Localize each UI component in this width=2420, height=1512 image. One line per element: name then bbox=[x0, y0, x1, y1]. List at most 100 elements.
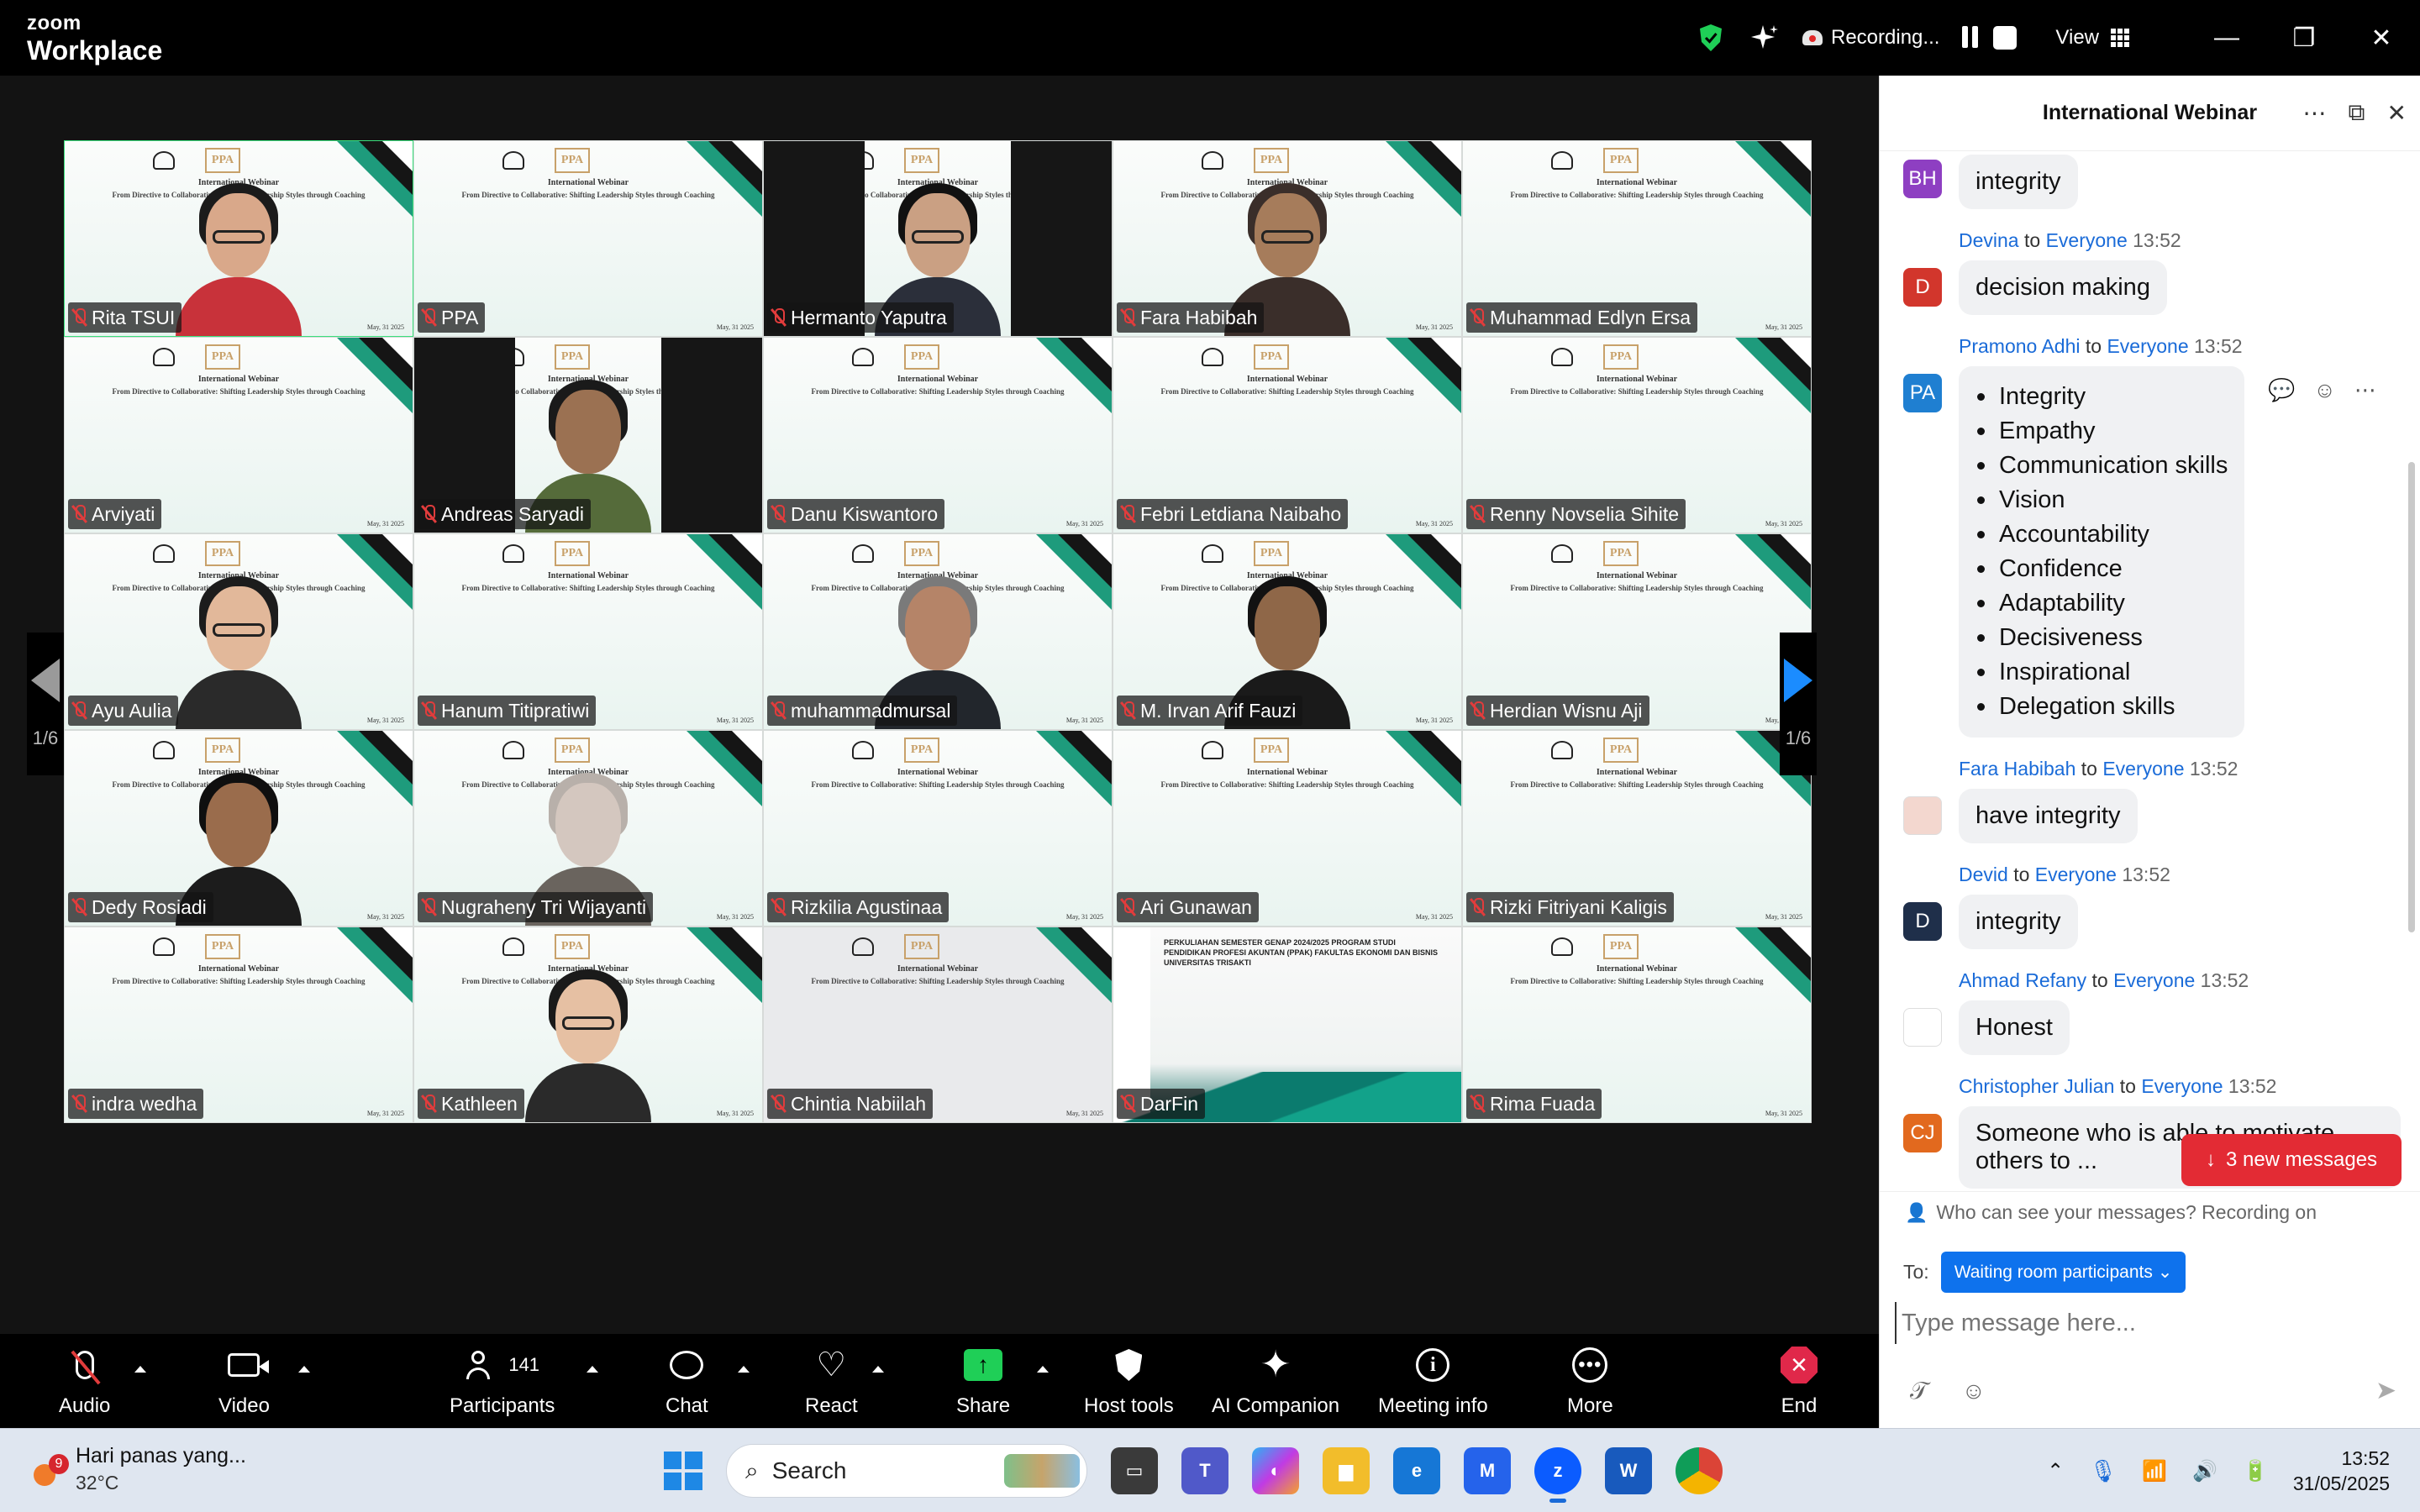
chat-scrollbar[interactable] bbox=[2408, 462, 2415, 932]
close-window-button[interactable]: ✕ bbox=[2343, 0, 2420, 76]
chevron-up-icon[interactable]: ⌃ bbox=[2047, 1459, 2064, 1483]
recipient-dropdown[interactable]: Waiting room participants ⌄ bbox=[1940, 1252, 2186, 1293]
microphone-icon[interactable]: 🎙 bbox=[2089, 1458, 2117, 1484]
sender-name[interactable]: Devid bbox=[1959, 864, 2008, 885]
sender-name[interactable]: Ahmad Refany bbox=[1959, 969, 2086, 991]
participant-tile[interactable]: PPAInternational WebinarFrom Directive t… bbox=[1113, 337, 1462, 533]
participant-tile[interactable]: PPAInternational WebinarFrom Directive t… bbox=[413, 337, 763, 533]
zoom-taskbar-icon[interactable]: z bbox=[1534, 1447, 1581, 1503]
windows-start-icon[interactable] bbox=[664, 1452, 702, 1490]
participants-options-caret[interactable] bbox=[587, 1366, 598, 1373]
sender-avatar: D bbox=[1903, 902, 1942, 941]
close-chat-icon[interactable]: ✕ bbox=[2387, 99, 2407, 127]
message-input[interactable] bbox=[1895, 1302, 2399, 1344]
participant-tile[interactable]: PPAInternational WebinarFrom Directive t… bbox=[1113, 533, 1462, 730]
edge-icon[interactable]: e bbox=[1393, 1447, 1440, 1494]
participant-tile[interactable]: PPAInternational WebinarFrom Directive t… bbox=[64, 730, 413, 927]
participant-tile[interactable]: PPAInternational WebinarFrom Directive t… bbox=[1462, 533, 1812, 730]
chrome-icon[interactable] bbox=[1676, 1447, 1723, 1494]
chat-message[interactable]: PA Pramono Adhi to Everyone 13:52 Integrit… bbox=[1880, 335, 2401, 738]
restore-button[interactable]: ❐ bbox=[2265, 0, 2343, 76]
chat-message[interactable]: BH integrity bbox=[1880, 155, 2401, 209]
add-reaction-icon[interactable]: ☺ bbox=[2313, 377, 2336, 403]
participant-tile[interactable]: PERKULIAHAN SEMESTER GENAP 2024/2025 PRO… bbox=[1113, 927, 1462, 1123]
file-explorer-icon[interactable]: ▆ bbox=[1323, 1447, 1370, 1494]
clock[interactable]: 13:52 31/05/2025 bbox=[2293, 1446, 2390, 1496]
participant-tile[interactable]: PPAInternational WebinarFrom Directive t… bbox=[763, 140, 1113, 337]
participant-tile[interactable]: PPAInternational WebinarFrom Directive t… bbox=[64, 337, 413, 533]
react-button[interactable]: ♡ React bbox=[805, 1346, 858, 1418]
participant-tile[interactable]: PPAInternational WebinarFrom Directive t… bbox=[413, 927, 763, 1123]
format-text-icon[interactable]: 𝒯 bbox=[1910, 1378, 1928, 1405]
previous-page-button[interactable]: 1/6 bbox=[27, 633, 64, 775]
participant-tile[interactable]: PPAInternational WebinarFrom Directive t… bbox=[413, 140, 763, 337]
participant-tile[interactable]: PPAInternational WebinarFrom Directive t… bbox=[1462, 730, 1812, 927]
share-button[interactable]: ↑ Share bbox=[956, 1346, 1010, 1418]
chat-message[interactable]: D Devina to Everyone 13:52 decision making bbox=[1880, 229, 2401, 315]
participant-tile[interactable]: PPAInternational WebinarFrom Directive t… bbox=[413, 533, 763, 730]
task-view-icon[interactable]: ▭ bbox=[1111, 1447, 1158, 1494]
participant-tile[interactable]: PPAInternational WebinarFrom Directive t… bbox=[64, 533, 413, 730]
minimize-button[interactable]: — bbox=[2188, 0, 2265, 76]
next-page-button[interactable]: 1/6 bbox=[1780, 633, 1817, 775]
participant-tile[interactable]: PPAInternational WebinarFrom Directive t… bbox=[413, 730, 763, 927]
participant-tile[interactable]: PPAInternational WebinarFrom Directive t… bbox=[763, 533, 1113, 730]
end-meeting-button[interactable]: ✕ End bbox=[1781, 1346, 1818, 1418]
view-button[interactable]: View bbox=[2055, 26, 2099, 50]
more-button[interactable]: ••• More bbox=[1567, 1346, 1613, 1418]
sender-name[interactable]: Pramono Adhi bbox=[1959, 335, 2080, 357]
weather-widget[interactable]: 9 Hari panas yang... 32°C bbox=[30, 1442, 246, 1496]
new-messages-button[interactable]: ↓ 3 new messages bbox=[2181, 1134, 2402, 1186]
participant-tile[interactable]: PPAInternational WebinarFrom Directive t… bbox=[1462, 927, 1812, 1123]
participant-tile[interactable]: PPAInternational WebinarFrom Directive t… bbox=[1113, 140, 1462, 337]
share-options-caret[interactable] bbox=[1037, 1366, 1049, 1373]
coaching-logo-icon bbox=[271, 938, 296, 955]
audio-options-caret[interactable] bbox=[134, 1366, 146, 1373]
participant-tile[interactable]: PPAInternational WebinarFrom Directive t… bbox=[1462, 337, 1812, 533]
stop-recording-button[interactable] bbox=[1993, 26, 2018, 50]
participant-tile[interactable]: PPAInternational WebinarFrom Directive t… bbox=[64, 140, 413, 337]
ai-sparkle-icon[interactable] bbox=[1750, 24, 1779, 52]
reply-icon[interactable]: 💬 bbox=[2268, 377, 2295, 403]
participants-button[interactable]: 141 Participants bbox=[450, 1346, 555, 1418]
shield-check-icon[interactable] bbox=[1698, 24, 1723, 52]
chat-messages[interactable]: BH integrity D Devina to Everyone 13:52 deci… bbox=[1880, 151, 2401, 1260]
grid-view-icon[interactable] bbox=[2111, 29, 2129, 47]
chat-more-icon[interactable]: ⋯ bbox=[2303, 99, 2327, 127]
wifi-icon[interactable]: 📶 bbox=[2142, 1459, 2167, 1483]
ai-companion-button[interactable]: ✦ AI Companion bbox=[1212, 1346, 1339, 1418]
participant-tile[interactable]: PPAInternational WebinarFrom Directive t… bbox=[1113, 730, 1462, 927]
app-m-icon[interactable]: M bbox=[1464, 1447, 1511, 1494]
participant-tile[interactable]: PPAInternational WebinarFrom Directive t… bbox=[763, 337, 1113, 533]
message-more-icon[interactable]: ⋯ bbox=[2354, 377, 2376, 403]
sender-name[interactable]: Christopher Julian bbox=[1959, 1075, 2114, 1097]
taskbar-search[interactable]: ⌕ Search bbox=[726, 1444, 1087, 1498]
word-icon[interactable]: W bbox=[1605, 1447, 1652, 1494]
video-button[interactable]: Video bbox=[218, 1346, 270, 1418]
copilot-icon[interactable]: ◐ bbox=[1252, 1447, 1299, 1494]
participant-tile[interactable]: PPAInternational WebinarFrom Directive t… bbox=[763, 927, 1113, 1123]
chat-button[interactable]: Chat bbox=[666, 1346, 708, 1418]
send-icon[interactable]: ➤ bbox=[2375, 1376, 2396, 1405]
host-tools-button[interactable]: Host tools bbox=[1084, 1346, 1174, 1418]
privacy-notice[interactable]: 👤 Who can see your messages? Recording o… bbox=[1880, 1191, 2420, 1233]
emoji-icon[interactable]: ☺ bbox=[1961, 1378, 1986, 1405]
pause-recording-button[interactable] bbox=[1958, 26, 1981, 50]
sender-name[interactable]: Fara Habibah bbox=[1959, 758, 2075, 780]
battery-icon[interactable]: 🔋 bbox=[2243, 1459, 2268, 1483]
volume-icon[interactable]: 🔊 bbox=[2192, 1459, 2217, 1483]
meeting-info-button[interactable]: i Meeting info bbox=[1378, 1346, 1488, 1418]
participant-tile[interactable]: PPAInternational WebinarFrom Directive t… bbox=[64, 927, 413, 1123]
video-options-caret[interactable] bbox=[298, 1366, 310, 1373]
participant-tile[interactable]: PPAInternational WebinarFrom Directive t… bbox=[1462, 140, 1812, 337]
audio-button[interactable]: Audio bbox=[59, 1346, 110, 1418]
chat-message[interactable]: D Devid to Everyone 13:52 integrity bbox=[1880, 864, 2401, 949]
pop-out-icon[interactable]: ⧉ bbox=[2349, 99, 2365, 127]
react-options-caret[interactable] bbox=[872, 1366, 884, 1373]
chat-message[interactable]: Fara Habibah to Everyone 13:52 have integ… bbox=[1880, 758, 2401, 843]
sender-name[interactable]: Devina bbox=[1959, 229, 2019, 251]
chat-options-caret[interactable] bbox=[738, 1366, 750, 1373]
participant-tile[interactable]: PPAInternational WebinarFrom Directive t… bbox=[763, 730, 1113, 927]
teams-icon[interactable]: T bbox=[1181, 1447, 1228, 1494]
chat-message[interactable]: Ahmad Refany to Everyone 13:52 Honest bbox=[1880, 969, 2401, 1055]
